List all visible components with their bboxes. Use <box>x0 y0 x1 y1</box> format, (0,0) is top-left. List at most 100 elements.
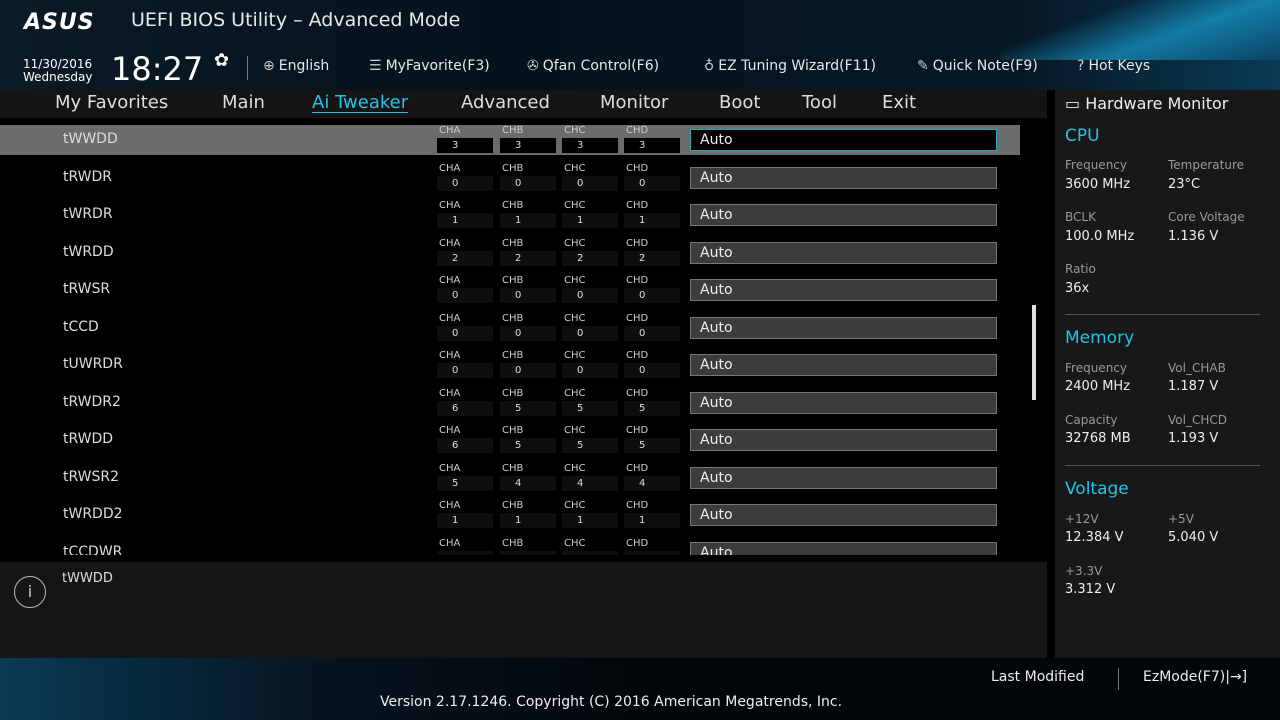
ezmode-button[interactable]: EzMode(F7)|→] <box>1143 669 1247 685</box>
setting-row-tWRDR[interactable]: tWRDRCHA1CHB1CHC1CHD1Auto <box>0 200 1020 230</box>
setting-dropdown[interactable]: Auto <box>690 129 997 151</box>
tool-quick-note-f9-[interactable]: ✎Quick Note(F9) <box>917 58 1038 74</box>
tool-myfavorite-f3-[interactable]: ☰MyFavorite(F3) <box>369 58 490 74</box>
tool-ez-tuning-wizard-f11-[interactable]: ♁EZ Tuning Wizard(F11) <box>704 58 876 74</box>
channel-chb: CHB 3 <box>500 125 556 155</box>
channel-label: CHD <box>626 350 648 361</box>
channel-chd: CHD5 <box>624 425 680 455</box>
channel-label: CHD <box>626 163 648 174</box>
setting-row-tWRDD2[interactable]: tWRDD2CHA1CHB1CHC1CHD1Auto <box>0 500 1020 530</box>
bclk-label: BCLK <box>1065 210 1096 224</box>
channel-cha: CHA0 <box>437 350 493 380</box>
tab-tool[interactable]: Tool <box>802 92 837 113</box>
hardware-monitor-label: Hardware Monitor <box>1085 94 1228 113</box>
setting-dropdown[interactable]: Auto <box>690 279 997 301</box>
channel-value: 3 <box>500 138 556 153</box>
tool-english[interactable]: ⊕English <box>263 58 329 74</box>
channel-chd: CHD2 <box>624 238 680 268</box>
mem-frequency: 2400 MHz <box>1065 379 1130 394</box>
channel-chd: CHD0 <box>624 275 680 305</box>
tool-hot-keys[interactable]: ?Hot Keys <box>1077 58 1150 74</box>
channel-cha: CHA3 <box>437 125 493 155</box>
tab-exit[interactable]: Exit <box>882 92 916 113</box>
channel-label: CHD <box>626 125 648 136</box>
setting-dropdown[interactable]: Auto <box>690 392 997 414</box>
weekday: Wednesday <box>23 71 92 84</box>
setting-name: tRWDD <box>63 431 113 447</box>
channel-label: CHB <box>502 163 523 174</box>
gear-icon[interactable]: ✿ <box>214 50 229 71</box>
channel-value: 1 <box>500 213 556 228</box>
channel-label: CHC <box>564 125 585 136</box>
setting-row-tRWDR[interactable]: tRWDRCHA0CHB0CHC0CHD0Auto <box>0 163 1020 193</box>
setting-dropdown[interactable]: Auto <box>690 467 997 489</box>
v33: 3.312 V <box>1065 582 1115 597</box>
setting-row-tWWDD[interactable]: tWWDDCHA3CHB3CHC3CHD3Auto <box>0 125 1020 155</box>
channel-chd: CHD4 <box>624 463 680 493</box>
setting-dropdown[interactable]: Auto <box>690 167 997 189</box>
header: ASUS UEFI BIOS Utility – Advanced Mode 1… <box>0 0 1280 90</box>
tool-qfan-control-f6-[interactable]: ✇Qfan Control(F6) <box>527 58 659 74</box>
vol-chab-label: Vol_CHAB <box>1168 361 1226 375</box>
channel-chc: CHC5 <box>562 425 618 455</box>
setting-row-tRWSR2[interactable]: tRWSR2CHA5CHB4CHC4CHD4Auto <box>0 463 1020 493</box>
version-text: Version 2.17.1246. Copyright (C) 2016 Am… <box>380 694 842 710</box>
channel-label: CHA <box>439 238 460 249</box>
channel-value: 5 <box>562 438 618 453</box>
tab-monitor[interactable]: Monitor <box>600 92 668 113</box>
setting-dropdown[interactable]: Auto <box>690 504 997 526</box>
channel-label: CHD <box>626 538 648 549</box>
setting-row-tRWDR2[interactable]: tRWDR2CHA6CHB5CHC5CHD5Auto <box>0 388 1020 418</box>
channel-label: CHA <box>439 313 460 324</box>
setting-row-tCCD[interactable]: tCCDCHA0CHB0CHC0CHD0Auto <box>0 313 1020 343</box>
setting-dropdown[interactable]: Auto <box>690 542 997 556</box>
scrollbar[interactable] <box>1032 305 1036 400</box>
tool-label: EZ Tuning Wizard(F11) <box>718 58 876 74</box>
channel-value <box>562 551 618 556</box>
tab-main[interactable]: Main <box>222 92 265 113</box>
vol-chcd: 1.193 V <box>1168 431 1218 446</box>
cpu-title: CPU <box>1065 126 1100 146</box>
info-text: tWWDD <box>62 571 113 586</box>
channel-value: 0 <box>437 326 493 341</box>
channel-label: CHB <box>502 125 523 136</box>
tab-boot[interactable]: Boot <box>719 92 760 113</box>
setting-row-tRWDD[interactable]: tRWDDCHA6CHB5CHC5CHD5Auto <box>0 425 1020 455</box>
tab-my-favorites[interactable]: My Favorites <box>55 92 168 113</box>
channel-chc: CHC2 <box>562 238 618 268</box>
channel-label: CHA <box>439 538 460 549</box>
channel-chc: CHC4 <box>562 463 618 493</box>
channel-label: CHC <box>564 313 585 324</box>
setting-row-tWRDD[interactable]: tWRDDCHA2CHB2CHC2CHD2Auto <box>0 238 1020 268</box>
channel-value: 3 <box>437 138 493 153</box>
channel-value: 0 <box>624 326 680 341</box>
setting-row-tRWSR[interactable]: tRWSRCHA0CHB0CHC0CHD0Auto <box>0 275 1020 305</box>
setting-dropdown[interactable]: Auto <box>690 429 997 451</box>
tab-ai-tweaker[interactable]: Ai Tweaker <box>312 92 408 113</box>
channel-label: CHA <box>439 500 460 511</box>
channel-value: 2 <box>624 251 680 266</box>
setting-row-tUWRDR[interactable]: tUWRDRCHA0CHB0CHC0CHD0Auto <box>0 350 1020 380</box>
channel-value: 0 <box>562 326 618 341</box>
hardware-monitor: ▭ Hardware Monitor CPU Frequency 3600 MH… <box>1055 90 1280 658</box>
setting-dropdown[interactable]: Auto <box>690 204 997 226</box>
channel-chd: CHD0 <box>624 313 680 343</box>
channel-label: CHB <box>502 200 523 211</box>
channel-cha: CHA1 <box>437 500 493 530</box>
channel-value: 0 <box>562 363 618 378</box>
channel-label: CHA <box>439 463 460 474</box>
channel-cha: CHA <box>437 538 493 556</box>
channel-label: CHC <box>564 538 585 549</box>
channel-chb: CHB5 <box>500 388 556 418</box>
capacity: 32768 MB <box>1065 431 1131 446</box>
v33-label: +3.3V <box>1065 564 1102 578</box>
channel-value: 0 <box>437 363 493 378</box>
channel-label: CHB <box>502 425 523 436</box>
setting-dropdown[interactable]: Auto <box>690 317 997 339</box>
setting-dropdown[interactable]: Auto <box>690 242 997 264</box>
setting-row-tCCDWR[interactable]: tCCDWRCHACHBCHCCHDAuto <box>0 538 1020 556</box>
last-modified-button[interactable]: Last Modified <box>991 669 1084 685</box>
tab-advanced[interactable]: Advanced <box>461 92 550 113</box>
setting-name: tUWRDR <box>63 356 123 372</box>
setting-dropdown[interactable]: Auto <box>690 354 997 376</box>
